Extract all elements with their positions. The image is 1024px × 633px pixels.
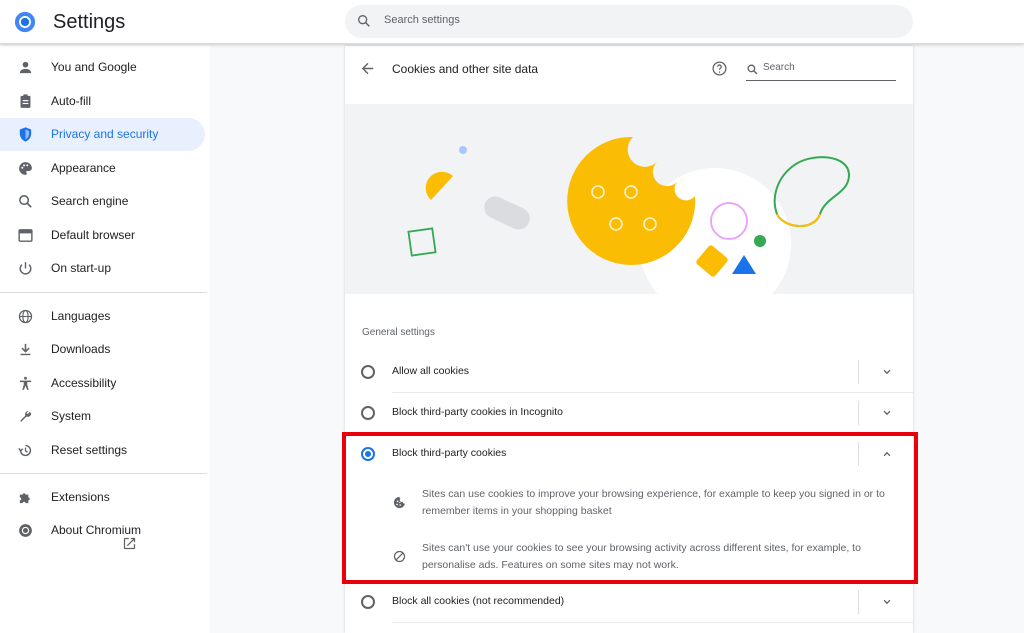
sidebar-item-reset-settings[interactable]: Reset settings bbox=[0, 434, 205, 467]
page-title: Cookies and other site data bbox=[392, 62, 539, 76]
sidebar-item-label: Downloads bbox=[51, 342, 111, 356]
accessibility-icon bbox=[19, 376, 32, 390]
sidebar-item-default-browser[interactable]: Default browser bbox=[0, 219, 205, 252]
option-allow-all-cookies[interactable]: Allow all cookies bbox=[345, 352, 913, 392]
search-icon bbox=[19, 195, 32, 208]
cookies-illustration bbox=[345, 104, 913, 294]
search-icon bbox=[358, 14, 370, 27]
radio-button[interactable] bbox=[361, 365, 375, 379]
sidebar-item-auto-fill[interactable]: Auto-fill bbox=[0, 85, 205, 118]
chevron-down-icon[interactable] bbox=[880, 365, 894, 379]
row-divider bbox=[392, 622, 913, 623]
sidebar-item-label: You and Google bbox=[51, 60, 137, 74]
sidebar-item-downloads[interactable]: Downloads bbox=[0, 333, 205, 366]
sidebar-item-label: Accessibility bbox=[51, 376, 117, 390]
sidebar-item-privacy-and-security[interactable]: Privacy and security bbox=[0, 118, 205, 151]
chromium-logo-icon bbox=[14, 11, 36, 33]
top-bar: Settings Search settings bbox=[0, 0, 1024, 44]
app-title: Settings bbox=[53, 11, 126, 33]
sidebar-item-label: Extensions bbox=[51, 490, 110, 504]
help-icon[interactable] bbox=[711, 60, 728, 77]
chevron-down-icon[interactable] bbox=[880, 406, 894, 420]
shield-icon bbox=[19, 127, 32, 142]
download-icon bbox=[20, 343, 31, 356]
option-block-third-party-incognito[interactable]: Block third-party cookies in Incognito bbox=[345, 393, 913, 433]
sidebar-item-about-chromium[interactable]: About Chromium bbox=[0, 514, 205, 547]
section-title: General settings bbox=[362, 327, 435, 338]
sidebar-item-languages[interactable]: Languages bbox=[0, 300, 205, 333]
radio-button[interactable] bbox=[361, 406, 375, 420]
subpage-header: Cookies and other site data Search bbox=[345, 46, 913, 104]
sidebar-item-appearance[interactable]: Appearance bbox=[0, 152, 205, 185]
back-arrow-icon[interactable] bbox=[359, 60, 376, 77]
option-label: Allow all cookies bbox=[392, 365, 470, 377]
option-label: Block third-party cookies in Incognito bbox=[392, 406, 563, 418]
search-icon bbox=[747, 64, 758, 75]
chromium-icon bbox=[19, 524, 32, 537]
sidebar-item-label: Appearance bbox=[51, 161, 116, 175]
chevron-down-icon[interactable] bbox=[880, 595, 894, 609]
sidebar-item-label: Languages bbox=[51, 309, 111, 323]
sidebar-item-you-and-google[interactable]: You and Google bbox=[0, 51, 205, 84]
sidebar-divider bbox=[0, 473, 207, 474]
search-placeholder: Search settings bbox=[384, 14, 460, 26]
history-icon bbox=[18, 444, 32, 457]
person-icon bbox=[19, 61, 32, 74]
radio-button[interactable] bbox=[361, 595, 375, 609]
sidebar-item-on-start-up[interactable]: On start-up bbox=[0, 252, 205, 285]
sidebar-item-extensions[interactable]: Extensions bbox=[0, 481, 205, 514]
sidebar-item-accessibility[interactable]: Accessibility bbox=[0, 367, 205, 400]
sidebar-item-system[interactable]: System bbox=[0, 400, 205, 433]
palette-icon bbox=[19, 162, 32, 175]
sidebar-item-label: About Chromium bbox=[51, 523, 142, 537]
divider bbox=[858, 401, 859, 425]
cookies-search-input[interactable]: Search bbox=[746, 59, 896, 81]
sidebar: You and Google Auto-fill Privacy and sec… bbox=[0, 46, 210, 633]
option-block-all-cookies[interactable]: Block all cookies (not recommended) bbox=[345, 582, 913, 622]
sidebar-item-label: Privacy and security bbox=[51, 127, 159, 141]
sidebar-item-label: Reset settings bbox=[51, 443, 128, 457]
sidebar-item-label: Default browser bbox=[51, 228, 136, 242]
divider bbox=[858, 360, 859, 384]
settings-search-input[interactable]: Search settings bbox=[345, 5, 913, 38]
power-icon bbox=[19, 262, 32, 275]
sidebar-item-search-engine[interactable]: Search engine bbox=[0, 185, 205, 218]
option-label: Block all cookies (not recommended) bbox=[392, 595, 565, 607]
divider bbox=[858, 590, 859, 614]
sidebar-item-label: System bbox=[51, 409, 92, 423]
clipboard-icon bbox=[20, 94, 31, 108]
sidebar-divider bbox=[0, 292, 207, 293]
sidebar-item-label: Search engine bbox=[51, 194, 129, 208]
sidebar-item-label: Auto-fill bbox=[51, 94, 92, 108]
globe-icon bbox=[18, 309, 33, 324]
browser-icon bbox=[18, 229, 33, 242]
wrench-icon bbox=[20, 410, 32, 422]
highlight-annotation-box bbox=[342, 432, 918, 584]
search-placeholder: Search bbox=[763, 62, 795, 73]
sidebar-item-label: On start-up bbox=[51, 261, 112, 275]
puzzle-icon bbox=[19, 493, 30, 504]
